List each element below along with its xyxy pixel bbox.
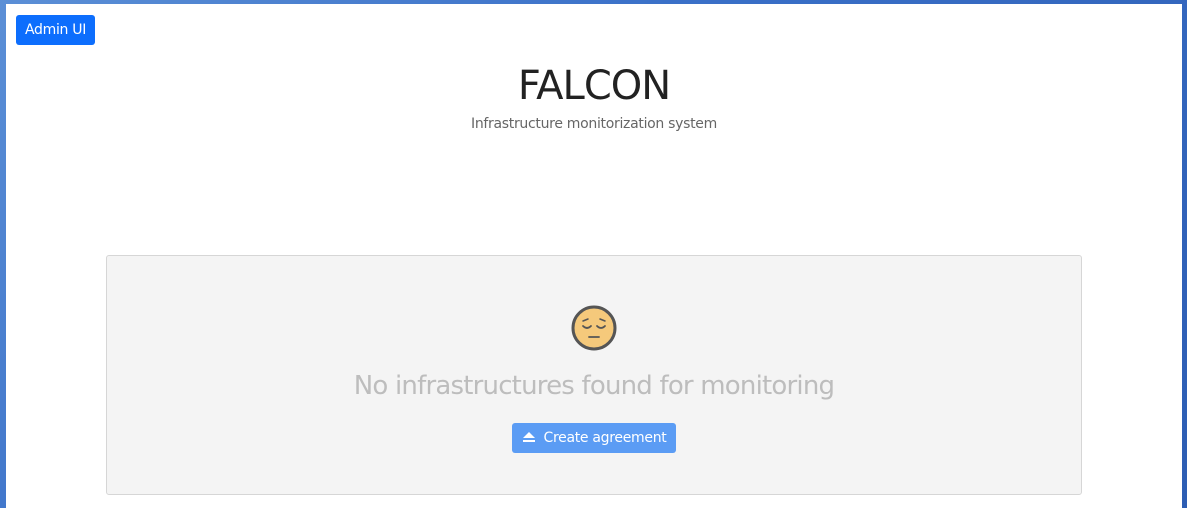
create-agreement-label: Create agreement	[543, 430, 667, 446]
admin-ui-button[interactable]: Admin UI	[16, 15, 96, 45]
empty-state-message: No infrastructures found for monitoring	[353, 371, 835, 401]
app-window: Admin UI FALCON Infrastructure monitoriz…	[6, 4, 1182, 508]
app-subtitle: Infrastructure monitorization system	[471, 116, 717, 132]
empty-state-panel: No infrastructures found for monitoring …	[106, 255, 1082, 495]
app-title: FALCON	[517, 63, 671, 109]
eject-icon	[522, 431, 535, 442]
create-agreement-button[interactable]: Create agreement	[512, 423, 676, 453]
sad-face-icon	[571, 305, 617, 351]
